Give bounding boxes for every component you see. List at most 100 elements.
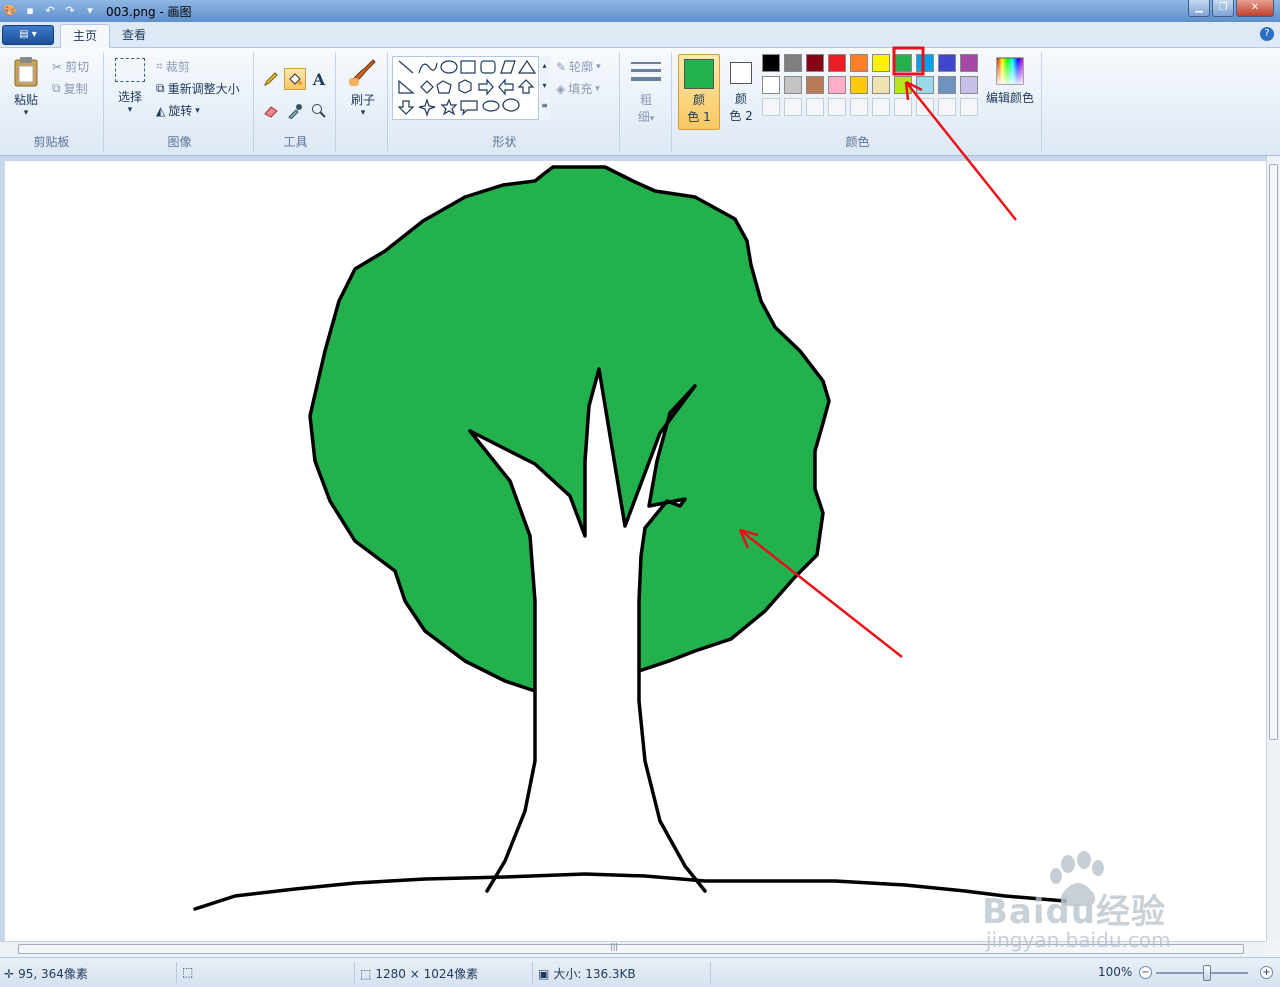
fill-label: 填充 (568, 82, 593, 96)
custom-color-slot[interactable] (872, 98, 890, 116)
tools-group: A 工具 (256, 52, 336, 152)
shapes-gallery[interactable] (392, 56, 550, 120)
image-dimensions: ⬚ 1280 × 1024像素 (360, 966, 479, 982)
color1-label-line1: 颜 (692, 93, 705, 107)
palette-swatch[interactable] (938, 76, 956, 94)
size-group: 粗 细▾ (622, 52, 672, 152)
tab-view[interactable]: 查看 (110, 24, 158, 48)
clipboard-group-label: 剪贴板 (33, 135, 70, 149)
palette-swatch[interactable] (872, 76, 890, 94)
color1-button[interactable]: 颜 色 1 (678, 54, 720, 130)
crop-button[interactable]: ⌗ 裁剪 (156, 58, 190, 75)
palette-swatch[interactable] (938, 54, 956, 72)
scroll-grip-icon: ||| (610, 942, 619, 951)
file-size: ▣ 大小: 136.3KB (538, 966, 636, 982)
crop-label: 裁剪 (165, 60, 190, 74)
ribbon-tabs: ▤ ▾ 主页 查看 ? (0, 22, 1280, 48)
zoom-out-button[interactable]: − (1139, 966, 1152, 979)
resize-label: 重新调整大小 (167, 82, 240, 96)
palette-swatch-selected[interactable] (894, 54, 912, 72)
tab-home[interactable]: 主页 (60, 24, 111, 48)
custom-color-slot[interactable] (806, 98, 824, 116)
pencil-icon[interactable] (260, 68, 282, 90)
selection-icon: ⬚ (182, 965, 194, 979)
custom-color-slot[interactable] (960, 98, 978, 116)
brushes-group: 刷子 ▾ (338, 52, 388, 152)
disk-icon: ▣ (538, 966, 550, 981)
vertical-scrollbar[interactable] (1266, 156, 1280, 941)
eraser-icon[interactable] (260, 100, 282, 122)
tools-group-label: 工具 (283, 135, 308, 149)
save-icon[interactable]: ▪ (22, 3, 38, 19)
text-tool-icon[interactable]: A (308, 68, 330, 90)
magnifier-icon[interactable] (308, 100, 330, 122)
close-button[interactable]: ✕ (1236, 0, 1274, 17)
palette-swatch[interactable] (916, 54, 934, 72)
brushes-button[interactable]: 刷子 ▾ (344, 56, 382, 118)
palette-swatch[interactable] (850, 76, 868, 94)
minimize-button[interactable]: ▁ (1188, 0, 1210, 17)
shapes-scroll-icon[interactable]: ▴ ▾ ≡ (538, 56, 550, 120)
vertical-scroll-thumb[interactable] (1269, 164, 1278, 740)
canvas-workarea (0, 156, 1266, 941)
copy-button[interactable]: ⧉ 复制 (52, 80, 88, 97)
rotate-dropdown-icon: ▾ (195, 105, 200, 116)
custom-color-slot[interactable] (916, 98, 934, 116)
size-button[interactable]: 粗 细▾ (628, 58, 664, 125)
cut-button[interactable]: ✂ 剪切 (52, 58, 89, 75)
zoom-slider-track[interactable] (1156, 972, 1248, 974)
status-divider (532, 962, 533, 984)
fill-button[interactable]: ◈ 填充 ▾ (556, 80, 600, 97)
customize-toolbar-icon[interactable]: ▾ (82, 3, 98, 19)
palette-swatch[interactable] (960, 54, 978, 72)
rotate-button[interactable]: ◭ 旋转 ▾ (156, 102, 200, 119)
custom-color-slot[interactable] (850, 98, 868, 116)
palette-swatch[interactable] (762, 76, 780, 94)
paste-dropdown-icon: ▾ (23, 108, 29, 118)
palette-swatch[interactable] (784, 54, 802, 72)
palette-swatch[interactable] (960, 76, 978, 94)
zoom-slider-thumb[interactable] (1203, 965, 1211, 981)
app-menu-button[interactable]: ▤ ▾ (2, 25, 54, 45)
redo-icon[interactable]: ↷ (62, 3, 78, 19)
custom-color-slot[interactable] (762, 98, 780, 116)
custom-color-slot[interactable] (784, 98, 802, 116)
image-group: 选择 ▾ ⌗ 裁剪 ⧉ 重新调整大小 ◭ 旋转 ▾ 图像 (106, 52, 254, 152)
colors-group: 颜 色 1 颜 色 2 编辑颜色 颜色 (674, 52, 1042, 152)
tree-canopy (310, 167, 829, 691)
zoom-in-button[interactable]: + (1260, 966, 1273, 979)
clipboard-group: 粘贴 ▾ ✂ 剪切 ⧉ 复制 剪贴板 (0, 52, 104, 152)
custom-color-slot[interactable] (938, 98, 956, 116)
edit-colors-button[interactable]: 编辑颜色 (982, 56, 1038, 106)
palette-swatch[interactable] (806, 76, 824, 94)
palette-swatch[interactable] (806, 54, 824, 72)
status-divider (176, 962, 177, 984)
outline-button[interactable]: ✎ 轮廓 ▾ (556, 58, 601, 75)
app-icon[interactable]: 🎨 (2, 3, 18, 19)
fill-bucket-icon[interactable] (284, 68, 306, 90)
resize-button[interactable]: ⧉ 重新调整大小 (156, 80, 240, 97)
help-icon[interactable]: ? (1260, 27, 1274, 41)
title-bar: 🎨 ▪ ↶ ↷ ▾ 003.png - 画图 ▁ ❐ ✕ (0, 0, 1280, 22)
color1-swatch (684, 59, 714, 89)
select-button[interactable]: 选择 ▾ (112, 58, 148, 115)
custom-color-slot[interactable] (894, 98, 912, 116)
palette-swatch[interactable] (872, 54, 890, 72)
shapes-group: ▴ ▾ ≡ ✎ 轮廓 ▾ ◈ 填充 ▾ 形状 (390, 52, 620, 152)
palette-swatch[interactable] (784, 76, 802, 94)
palette-swatch[interactable] (894, 76, 912, 94)
custom-color-slot[interactable] (828, 98, 846, 116)
selection-size: ⬚ (182, 965, 193, 979)
palette-swatch[interactable] (762, 54, 780, 72)
undo-icon[interactable]: ↶ (42, 3, 58, 19)
drawing-canvas[interactable] (5, 161, 1266, 941)
paste-button[interactable]: 粘贴 ▾ (8, 56, 44, 118)
maximize-button[interactable]: ❐ (1212, 0, 1234, 17)
color-picker-icon[interactable] (284, 100, 306, 122)
palette-swatch[interactable] (828, 54, 846, 72)
status-divider (354, 962, 355, 984)
color2-button[interactable]: 颜 色 2 (724, 54, 758, 130)
palette-swatch[interactable] (828, 76, 846, 94)
palette-swatch[interactable] (850, 54, 868, 72)
palette-swatch[interactable] (916, 76, 934, 94)
